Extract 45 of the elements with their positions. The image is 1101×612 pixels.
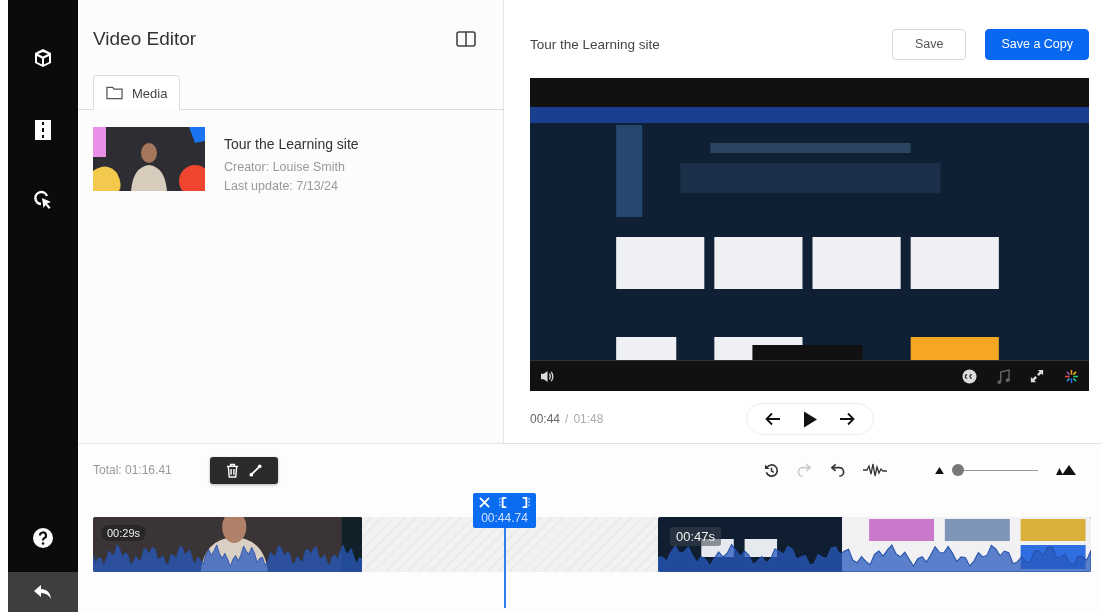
folder-icon [106, 86, 123, 100]
reset-icon[interactable] [764, 462, 779, 478]
play-icon[interactable] [803, 410, 817, 428]
captions-icon[interactable] [962, 368, 977, 384]
volume-icon[interactable] [540, 369, 555, 383]
waveform-icon[interactable] [863, 463, 887, 477]
cursor-icon[interactable] [33, 190, 53, 210]
media-date: Last update: 7/13/24 [224, 179, 339, 193]
back-item[interactable] [8, 572, 78, 612]
layout-toggle-icon[interactable] [456, 31, 476, 47]
music-note-icon[interactable] [997, 368, 1010, 384]
save-button[interactable]: Save [891, 28, 967, 60]
resize-icon[interactable] [248, 463, 262, 477]
save-copy-button[interactable]: Save a Copy [985, 28, 1089, 60]
clip-duration: 00:47s [670, 527, 722, 546]
playhead-marker[interactable]: 00:44.74 [473, 493, 536, 528]
zoom-in-icon[interactable] [1056, 465, 1076, 475]
arrow-left-icon[interactable] [765, 412, 781, 426]
duration: 01:48 [573, 412, 604, 426]
total-duration: Total: 01:16.41 [93, 463, 172, 477]
playhead-line[interactable] [503, 528, 506, 608]
timeline-clip[interactable]: 00:29s [93, 517, 362, 572]
cube-icon[interactable] [33, 48, 53, 68]
undo-icon[interactable] [830, 462, 845, 478]
back-arrow-icon [33, 584, 53, 600]
help-icon[interactable] [32, 527, 54, 549]
timeline-clip[interactable]: 00:47s [658, 517, 1091, 572]
playhead-time: 00:44.74 [481, 511, 528, 525]
arrow-right-icon[interactable] [839, 412, 855, 426]
media-creator: Creator: Louise Smith [224, 160, 346, 174]
clip-duration: 00:29s [101, 525, 147, 541]
zoom-slider[interactable] [954, 464, 1038, 476]
video-title: Tour the Learning site [530, 36, 661, 52]
film-icon[interactable] [35, 120, 51, 140]
media-title[interactable]: Tour the Learning site [224, 136, 359, 152]
trash-icon[interactable] [225, 462, 239, 478]
zoom-out-icon[interactable] [935, 466, 944, 474]
panel-title: Video Editor [93, 28, 197, 50]
scissors-icon[interactable] [479, 497, 490, 508]
fullscreen-icon[interactable] [1030, 369, 1044, 383]
time-separator: / [565, 412, 569, 426]
slider-thumb[interactable] [952, 464, 965, 476]
sparkle-logo-icon [1064, 368, 1079, 384]
current-time: 00:44 [530, 412, 561, 426]
media-tab[interactable]: Media [93, 75, 181, 110]
